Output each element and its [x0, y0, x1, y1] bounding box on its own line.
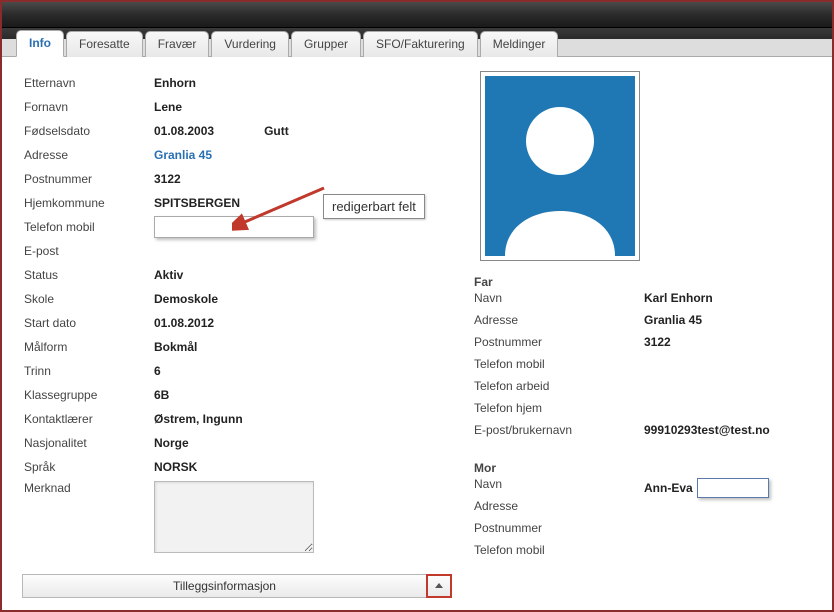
label-far-navn: Navn	[474, 291, 644, 313]
label-mor-adresse: Adresse	[474, 499, 644, 521]
input-mor-navn[interactable]	[697, 478, 769, 498]
tab-foresatte[interactable]: Foresatte	[66, 31, 143, 57]
tooltip-redigerbart: redigerbart felt	[323, 194, 425, 219]
value-far-epost: 99910293test@test.no	[644, 423, 770, 445]
label-klassegruppe: Klassegruppe	[24, 388, 154, 402]
label-epost: E-post	[24, 244, 154, 258]
label-start-dato: Start dato	[24, 316, 154, 330]
label-etternavn: Etternavn	[24, 76, 154, 90]
label-mor-postnummer: Postnummer	[474, 521, 644, 543]
label-telefon-mobil: Telefon mobil	[24, 220, 154, 234]
value-skole: Demoskole	[154, 292, 218, 306]
content-area: EtternavnEnhorn FornavnLene Fødselsdato0…	[2, 57, 832, 569]
label-far-telefon-arbeid: Telefon arbeid	[474, 379, 644, 401]
label-nasjonalitet: Nasjonalitet	[24, 436, 154, 450]
label-far-telefon-hjem: Telefon hjem	[474, 401, 644, 423]
value-malform: Bokmål	[154, 340, 197, 354]
value-kjonn: Gutt	[264, 124, 289, 138]
label-malform: Målform	[24, 340, 154, 354]
value-status: Aktiv	[154, 268, 183, 282]
label-trinn: Trinn	[24, 364, 154, 378]
value-start-dato: 01.08.2012	[154, 316, 214, 330]
value-hjemkommune: SPITSBERGEN	[154, 196, 240, 210]
label-merknad: Merknad	[24, 481, 154, 495]
label-fornavn: Fornavn	[24, 100, 154, 114]
value-trinn: 6	[154, 364, 161, 378]
student-photo	[480, 71, 640, 261]
value-fodselsdato: 01.08.2003	[154, 124, 214, 138]
tab-vurdering[interactable]: Vurdering	[211, 31, 289, 57]
expander-tilleggsinformasjon: Tilleggsinformasjon	[22, 574, 452, 598]
label-hjemkommune: Hjemkommune	[24, 196, 154, 210]
section-mor: Mor	[474, 461, 814, 475]
label-far-epost: E-post/brukernavn	[474, 423, 644, 445]
expander-button[interactable]: Tilleggsinformasjon	[22, 574, 427, 598]
chevron-up-icon	[434, 581, 444, 591]
value-mor-navn-prefix: Ann-Eva	[644, 481, 693, 495]
label-mor-navn: Navn	[474, 477, 644, 499]
label-far-postnummer: Postnummer	[474, 335, 644, 357]
value-nasjonalitet: Norge	[154, 436, 189, 450]
label-kontaktlaerer: Kontaktlærer	[24, 412, 154, 426]
tab-strip: Info Foresatte Fravær Vurdering Grupper …	[2, 28, 832, 56]
value-far-adresse: Granlia 45	[644, 313, 702, 335]
tab-info[interactable]: Info	[16, 30, 64, 57]
label-postnummer: Postnummer	[24, 172, 154, 186]
tab-sfo-fakturering[interactable]: SFO/Fakturering	[363, 31, 478, 57]
value-postnummer: 3122	[154, 172, 181, 186]
guardian-column: Far NavnKarl Enhorn AdresseGranlia 45 Po…	[444, 71, 814, 565]
section-far: Far	[474, 275, 814, 289]
input-telefon-mobil[interactable]	[154, 216, 314, 238]
tab-grupper[interactable]: Grupper	[291, 31, 361, 57]
label-far-adresse: Adresse	[474, 313, 644, 335]
label-mor-telefon-mobil: Telefon mobil	[474, 543, 644, 565]
label-status: Status	[24, 268, 154, 282]
expander-toggle[interactable]	[426, 574, 452, 598]
value-adresse-link[interactable]: Granlia 45	[154, 148, 212, 162]
label-adresse: Adresse	[24, 148, 154, 162]
value-fornavn: Lene	[154, 100, 182, 114]
label-far-telefon-mobil: Telefon mobil	[474, 357, 644, 379]
window-titlebar	[2, 2, 832, 28]
value-kontaktlaerer: Østrem, Ingunn	[154, 412, 243, 426]
value-far-postnummer: 3122	[644, 335, 671, 357]
student-details-column: EtternavnEnhorn FornavnLene Fødselsdato0…	[24, 71, 444, 565]
input-merknad[interactable]	[154, 481, 314, 553]
value-klassegruppe: 6B	[154, 388, 169, 402]
label-fodselsdato: Fødselsdato	[24, 124, 154, 138]
label-skole: Skole	[24, 292, 154, 306]
avatar-placeholder-icon	[485, 76, 635, 256]
value-sprak: NORSK	[154, 460, 197, 474]
tab-fravaer[interactable]: Fravær	[145, 31, 210, 57]
tab-meldinger[interactable]: Meldinger	[480, 31, 559, 57]
value-etternavn: Enhorn	[154, 76, 196, 90]
value-far-navn: Karl Enhorn	[644, 291, 713, 313]
label-sprak: Språk	[24, 460, 154, 474]
